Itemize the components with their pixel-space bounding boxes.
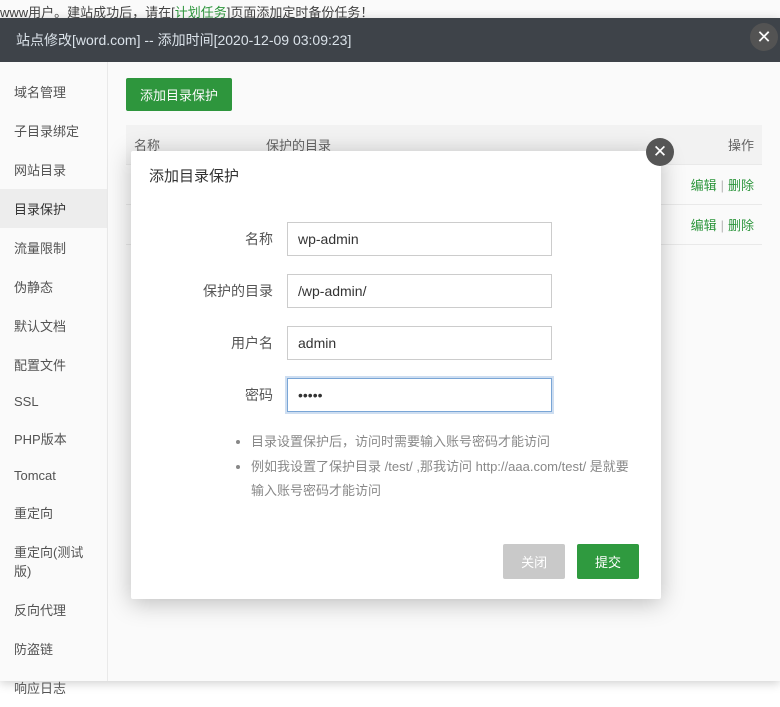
label-pwd: 密码 <box>159 385 287 405</box>
tip-item: 例如我设置了保护目录 /test/ ,那我访问 http://aaa.com/t… <box>251 455 633 504</box>
dir-input[interactable] <box>287 274 552 308</box>
label-user: 用户名 <box>159 333 287 353</box>
submit-button[interactable]: 提交 <box>577 544 639 579</box>
add-dir-protect-modal: ✕ 添加目录保护 名称 保护的目录 用户名 密码 目录设置保护后，访问时需要输入… <box>131 151 661 599</box>
tips-list: 目录设置保护后，访问时需要输入账号密码才能访问例如我设置了保护目录 /test/… <box>211 430 633 504</box>
label-dir: 保护的目录 <box>159 281 287 301</box>
name-input[interactable] <box>287 222 552 256</box>
user-input[interactable] <box>287 326 552 360</box>
modal-title: 添加目录保护 <box>131 151 661 196</box>
tip-item: 目录设置保护后，访问时需要输入账号密码才能访问 <box>251 430 633 455</box>
password-input[interactable] <box>287 378 552 412</box>
close-button[interactable]: 关闭 <box>503 544 565 579</box>
label-name: 名称 <box>159 229 287 249</box>
close-icon[interactable]: ✕ <box>646 138 674 166</box>
